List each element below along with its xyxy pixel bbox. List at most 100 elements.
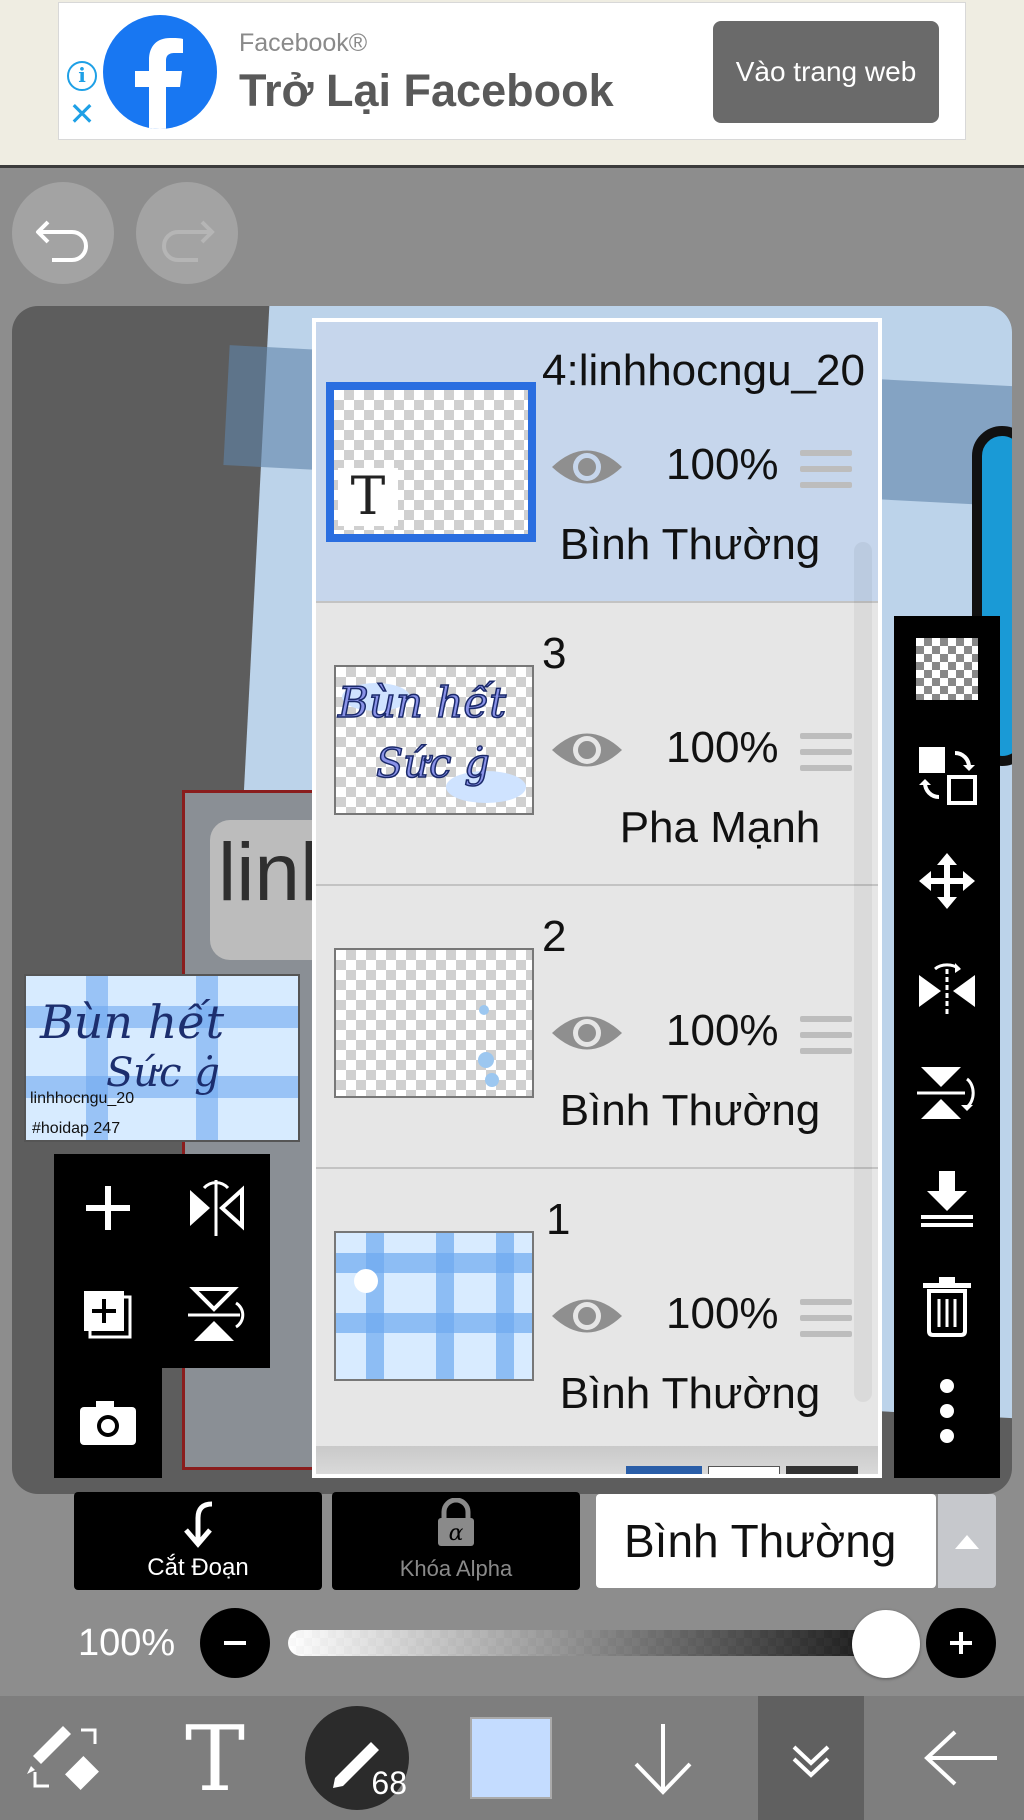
layer-name: 3 <box>542 629 567 678</box>
select-transform-icon <box>27 1726 99 1790</box>
drag-handle-icon[interactable] <box>800 1016 852 1064</box>
left-layer-tools <box>54 1154 270 1368</box>
layer-row[interactable]: T 4:linhhocngu_20 100% Bình Thường <box>316 322 878 603</box>
layer-thumbnail[interactable]: T <box>326 382 536 542</box>
eye-icon[interactable] <box>548 442 626 497</box>
clip-label: Cắt Đoạn <box>147 1554 249 1581</box>
flip-horizontal-icon <box>190 1179 244 1236</box>
eye-icon[interactable] <box>548 1008 626 1063</box>
camera-icon <box>80 1400 136 1445</box>
drag-handle-icon[interactable] <box>800 450 852 498</box>
ad-banner: i ✕ Facebook® Trở Lại Facebook Vào trang… <box>0 0 1024 168</box>
layer-row[interactable]: 1 100% Bình Thường <box>316 1171 878 1452</box>
flip-horizontal-button[interactable] <box>162 1154 270 1261</box>
brush-tool[interactable]: 68 <box>302 1696 412 1820</box>
flip-horizontal-icon <box>919 963 975 1015</box>
svg-text:Sức ġ: Sức ġ <box>376 741 490 787</box>
merge-down-button[interactable] <box>894 1146 1000 1252</box>
blend-mode-dropdown-button[interactable] <box>938 1494 996 1588</box>
more-icon <box>940 1379 954 1443</box>
undo-button[interactable] <box>12 182 114 284</box>
delete-layer-button[interactable] <box>894 1252 1000 1358</box>
delete-icon <box>923 1277 971 1337</box>
layer-thumbnail[interactable]: Bùn hết Sức ġ <box>334 665 534 815</box>
opacity-label: 100% <box>78 1622 176 1664</box>
redo-button[interactable] <box>136 182 238 284</box>
duplicate-layer-button[interactable] <box>54 1261 162 1368</box>
opacity-slider-knob[interactable] <box>852 1610 920 1678</box>
layer-transform-button[interactable] <box>894 722 1000 828</box>
brush-size: 68 <box>371 1765 407 1801</box>
flip-vertical-button[interactable] <box>162 1261 270 1368</box>
facebook-logo-icon <box>103 15 217 129</box>
flip-vertical-button[interactable] <box>894 1040 1000 1146</box>
eye-icon[interactable] <box>548 725 626 780</box>
move-button[interactable] <box>894 828 1000 934</box>
layer-name: 4:linhhocngu_20 <box>542 346 865 395</box>
text-tool[interactable]: T <box>160 1696 270 1820</box>
layer-panel: T 4:linhhocngu_20 100% Bình Thường Bùn h… <box>312 318 882 1478</box>
add-layer-button[interactable] <box>54 1154 162 1261</box>
layer-blend-mode: Pha Mạnh <box>619 803 821 852</box>
eye-icon[interactable] <box>548 1291 626 1346</box>
flip-vertical-icon <box>917 1067 975 1119</box>
ad-brand: Facebook® <box>239 29 368 57</box>
layer-name: 1 <box>546 1195 571 1244</box>
move-icon <box>919 853 975 909</box>
left-camera-tools <box>54 1368 162 1478</box>
more-options-button[interactable] <box>894 1358 1000 1464</box>
camera-button[interactable] <box>54 1368 162 1475</box>
transparency-icon <box>916 638 978 700</box>
layer-panel-footer <box>316 1446 878 1474</box>
transparency-button[interactable] <box>894 616 1000 722</box>
back-button[interactable] <box>906 1696 1016 1820</box>
down-arrow-icon <box>634 1724 692 1795</box>
text-layer-icon: T <box>338 468 398 526</box>
flip-vertical-icon <box>188 1286 245 1341</box>
layer-thumbnail[interactable] <box>334 1231 534 1381</box>
alpha-lock-button[interactable]: α Khóa Alpha <box>332 1492 580 1590</box>
select-transform-tool[interactable] <box>10 1696 120 1820</box>
layer-opacity: 100% <box>666 1006 779 1055</box>
brush-icon: 68 <box>305 1706 409 1810</box>
info-icon[interactable]: i <box>67 61 97 91</box>
close-icon[interactable]: ✕ <box>67 98 97 130</box>
text-tool-icon: T <box>185 1716 245 1800</box>
layer-panel-scrollbar[interactable] <box>854 542 872 1402</box>
layer-name: 2 <box>542 912 567 961</box>
ad-cta-button[interactable]: Vào trang web <box>713 21 939 123</box>
undo-icon <box>36 220 88 262</box>
color-swatch <box>470 1717 552 1799</box>
layer-opacity: 100% <box>666 723 779 772</box>
paper-indicator <box>626 1466 702 1474</box>
clip-button[interactable]: Cắt Đoạn <box>74 1492 322 1590</box>
back-arrow-icon <box>924 1730 997 1786</box>
drag-handle-icon[interactable] <box>800 733 852 781</box>
flip-horizontal-button[interactable] <box>894 934 1000 1040</box>
opacity-decrease-button[interactable] <box>200 1608 270 1678</box>
add-layer-icon <box>86 1185 130 1230</box>
layer-opacity: 100% <box>666 1289 779 1338</box>
layer-blend-mode: Bình Thường <box>559 520 821 569</box>
ad-card[interactable]: i ✕ Facebook® Trở Lại Facebook Vào trang… <box>58 2 966 140</box>
opacity-increase-button[interactable] <box>926 1608 996 1678</box>
overview-text-1: linhhocngu_20 <box>30 1090 135 1107</box>
minus-icon <box>224 1641 246 1645</box>
layer-blend-mode: Bình Thường <box>559 1086 821 1135</box>
canvas-overview-thumbnail[interactable]: Bùn hết Sức ġ linhhocngu_20 #hoidap 247 <box>24 974 300 1142</box>
layers-button[interactable] <box>758 1696 864 1820</box>
svg-text:Bùn hết: Bùn hết <box>337 678 506 727</box>
paper-indicator <box>786 1466 858 1474</box>
svg-text:α: α <box>449 1521 464 1546</box>
layer-row[interactable]: Bùn hết Sức ġ 3 100% Pha Mạnh <box>316 605 878 886</box>
ad-title[interactable]: Trở Lại Facebook <box>239 65 614 117</box>
drag-handle-icon[interactable] <box>800 1299 852 1347</box>
layer-row[interactable]: 2 100% Bình Thường <box>316 888 878 1169</box>
down-button[interactable] <box>608 1696 718 1820</box>
color-picker[interactable] <box>456 1696 566 1820</box>
layer-thumbnail[interactable] <box>334 948 534 1098</box>
opacity-slider[interactable] <box>288 1630 888 1656</box>
blend-mode-select[interactable]: Bình Thường <box>596 1494 936 1588</box>
lock-icon: α <box>438 1498 474 1546</box>
layer-blend-mode: Bình Thường <box>559 1369 821 1418</box>
